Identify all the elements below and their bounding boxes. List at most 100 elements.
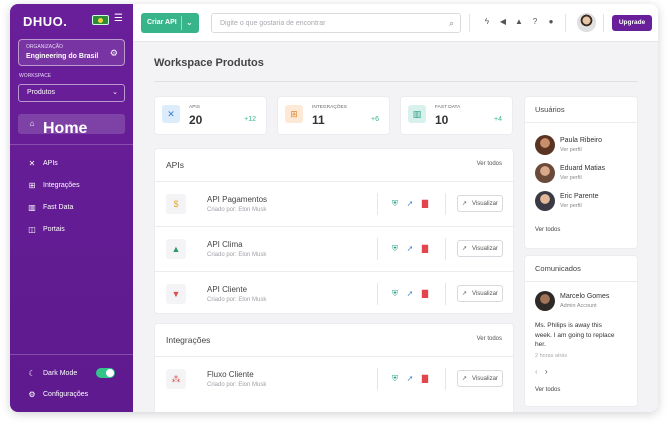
- shield-icon[interactable]: ⛨: [390, 244, 400, 254]
- author-name: Marcelo Gomes: [560, 293, 610, 300]
- sidebar-item-label: Fast Data: [43, 204, 74, 211]
- sidebar-item-fast-data[interactable]: ▥ Fast Data: [18, 200, 125, 216]
- view-button[interactable]: ↗ Visualizar: [457, 285, 503, 302]
- stat-card-apis[interactable]: ✕ APIS 20 +12: [154, 96, 267, 135]
- apis-icon: ✕: [162, 105, 180, 123]
- app-window: DHUO. ☰ ORGANIZAÇÃO Engineering do Brasi…: [10, 4, 658, 412]
- rocket-icon[interactable]: ➚: [405, 289, 415, 298]
- sidebar-item-settings[interactable]: ⚙ Configurações: [18, 387, 125, 403]
- shield-icon[interactable]: ⛨: [390, 199, 400, 209]
- rocket-icon[interactable]: ➚: [405, 374, 415, 383]
- external-link-icon: ↗: [462, 201, 468, 207]
- integrations-panel: Integrações Ver todos ⁂ Fluxo Cliente Cr…: [154, 323, 514, 412]
- notifications-icon[interactable]: ●: [546, 17, 556, 26]
- stat-card-fast-data[interactable]: ▥ FAST DATA 10 +4: [400, 96, 513, 135]
- profile-link[interactable]: Ver perfil: [560, 147, 582, 153]
- trash-icon[interactable]: ▇: [420, 244, 430, 253]
- row-separator: [377, 368, 378, 390]
- table-row[interactable]: ▼ API Cliente Criado por: Elon Musk ⛨ ➚ …: [155, 272, 515, 317]
- view-all-link[interactable]: Ver todos: [477, 161, 502, 167]
- toggle-knob: [106, 369, 114, 377]
- search-placeholder: Digite o que gostaria de encontrar: [220, 20, 326, 27]
- workspace-select[interactable]: Produtos ⌄: [18, 84, 125, 102]
- page-title: Workspace Produtos: [154, 57, 264, 69]
- dark-mode-toggle[interactable]: [96, 368, 115, 378]
- sidebar-item-label: Home: [43, 120, 88, 137]
- view-all-link[interactable]: Ver todos: [535, 387, 560, 393]
- toolbar-separator: [603, 14, 604, 32]
- table-row[interactable]: ▲ API Clima Criado por: Elon Musk ⛨ ➚ ▇ …: [155, 227, 515, 272]
- view-all-link[interactable]: Ver todos: [477, 336, 502, 342]
- stat-value: 11: [312, 113, 325, 127]
- megaphone-icon[interactable]: ◀: [498, 17, 508, 26]
- gear-icon[interactable]: ⚙: [110, 48, 118, 59]
- users-panel: Usuários Paula Ribeiro Ver perfil Eduard…: [524, 96, 638, 249]
- sidebar-item-label: Portais: [43, 226, 65, 233]
- language-flag-icon[interactable]: [92, 15, 109, 25]
- shield-icon[interactable]: ⛨: [390, 289, 400, 299]
- search-icon[interactable]: ⌕: [449, 18, 454, 29]
- dark-mode-label: Dark Mode: [43, 370, 78, 377]
- table-row[interactable]: $ API Pagamentos Criado por: Elon Musk ⛨…: [155, 182, 515, 227]
- lightning-icon[interactable]: ϟ: [482, 17, 492, 26]
- chevron-down-icon[interactable]: ⌄: [186, 18, 193, 27]
- avatar: [535, 291, 555, 311]
- user-item[interactable]: Eduard Matias Ver perfil: [535, 163, 635, 185]
- organization-selector[interactable]: ORGANIZAÇÃO Engineering do Brasil ⚙: [18, 39, 125, 66]
- integrations-icon: ⊞: [285, 105, 303, 123]
- row-separator: [377, 193, 378, 215]
- profile-link[interactable]: Ver perfil: [560, 175, 582, 181]
- chevron-left-icon[interactable]: ‹: [535, 367, 538, 376]
- view-label: Visualizar: [472, 291, 498, 297]
- row-separator: [445, 193, 446, 215]
- create-api-button[interactable]: Criar API ⌄: [141, 13, 199, 33]
- view-all-link[interactable]: Ver todos: [535, 227, 560, 233]
- search-input[interactable]: Digite o que gostaria de encontrar ⌕: [211, 13, 461, 33]
- trash-icon[interactable]: ▇: [420, 374, 430, 383]
- external-link-icon: ↗: [462, 246, 468, 252]
- view-button[interactable]: ↗ Visualizar: [457, 240, 503, 257]
- user-item[interactable]: Paula Ribeiro Ver perfil: [535, 135, 635, 157]
- logo: DHUO.: [23, 14, 68, 29]
- create-api-label: Criar API: [147, 19, 177, 26]
- upgrade-button[interactable]: Upgrade: [612, 15, 652, 31]
- rocket-icon[interactable]: ➚: [405, 244, 415, 253]
- integration-name: Fluxo Cliente: [207, 370, 254, 379]
- user-avatar[interactable]: [577, 13, 596, 32]
- chevron-right-icon[interactable]: ›: [545, 367, 548, 376]
- help-icon[interactable]: ?: [530, 17, 540, 26]
- stat-label: APIS: [189, 105, 200, 110]
- announcements-panel: Comunicados Marcelo Gomes Admin Account …: [524, 255, 638, 407]
- trash-icon[interactable]: ▇: [420, 199, 430, 208]
- stat-card-integracoes[interactable]: ⊞ INTEGRAÇÕES 11 +6: [277, 96, 390, 135]
- trash-icon[interactable]: ▇: [420, 289, 430, 298]
- rocket-icon[interactable]: ➚: [405, 199, 415, 208]
- sidebar-item-portais[interactable]: ◫ Portais: [18, 222, 125, 238]
- sidebar-item-apis[interactable]: ✕ APIs: [18, 156, 125, 172]
- sidebar-divider: [10, 144, 133, 145]
- collapse-menu-icon[interactable]: ☰: [114, 13, 123, 24]
- sidebar-item-home[interactable]: ⌂ Home: [18, 114, 125, 137]
- toolbar-separator: [565, 14, 566, 32]
- table-row[interactable]: ⁂ Fluxo Cliente Criado por: Elon Musk ⛨ …: [155, 357, 515, 402]
- topbar: Criar API ⌄ Digite o que gostaria de enc…: [133, 4, 658, 42]
- title-divider: [154, 81, 638, 82]
- stat-delta: +12: [244, 116, 256, 123]
- graduation-cap-icon[interactable]: ▲: [514, 17, 524, 26]
- view-label: Visualizar: [472, 376, 498, 382]
- shield-icon[interactable]: ⛨: [390, 374, 400, 384]
- announcement-author: Marcelo Gomes Admin Account: [535, 291, 635, 313]
- profile-link[interactable]: Ver perfil: [560, 203, 582, 209]
- announcement-message: Ms. Philips is away this week. I am goin…: [535, 322, 615, 348]
- portals-icon: ◫: [28, 225, 36, 234]
- sidebar-item-label: Configurações: [43, 391, 89, 398]
- sidebar-item-integracoes[interactable]: ⊞ Integrações: [18, 178, 125, 194]
- panel-title: APIs: [166, 160, 184, 170]
- view-button[interactable]: ↗ Visualizar: [457, 195, 503, 212]
- home-icon: ⌂: [29, 119, 35, 128]
- sidebar-item-label: Integrações: [43, 182, 80, 189]
- api-name: API Clima: [207, 240, 243, 249]
- external-link-icon: ↗: [462, 376, 468, 382]
- user-item[interactable]: Eric Parente Ver perfil: [535, 191, 635, 213]
- view-button[interactable]: ↗ Visualizar: [457, 370, 503, 387]
